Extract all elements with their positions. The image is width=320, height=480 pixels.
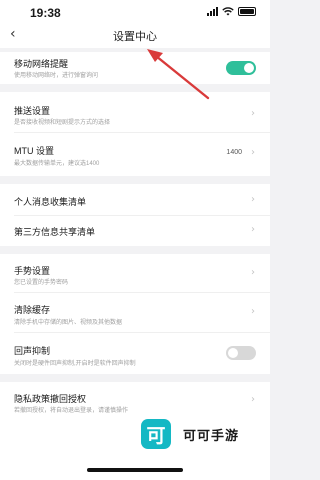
setting-third-party[interactable]: 第三方信息共享清单 › — [0, 216, 270, 246]
setting-description: 使用移动网络时，进行弹窗询问 — [14, 73, 99, 79]
watermark-logo: 可 — [141, 419, 171, 449]
setting-gesture[interactable]: 手势设置 您已设置的手势密码 › — [0, 254, 270, 292]
setting-description: 您已设置的手势密码 — [14, 280, 69, 286]
status-time: 19:38 — [30, 6, 61, 20]
chevron-right-icon: › — [251, 194, 255, 205]
setting-label: 推送设置 — [14, 106, 51, 116]
chevron-right-icon: › — [251, 224, 255, 235]
setting-mtu[interactable]: MTU 设置 最大数据传输单元，建议选1400 1400 › — [0, 133, 270, 176]
setting-push[interactable]: 推送设置 是否接收视频和短剧提示方式的选择 › — [0, 92, 270, 132]
chevron-right-icon: › — [251, 108, 255, 119]
setting-description: 是否接收视频和短剧提示方式的选择 — [14, 120, 111, 126]
wifi-icon — [222, 7, 234, 16]
setting-label: 隐私政策撤回授权 — [14, 394, 87, 404]
setting-clear-cache[interactable]: 清除缓存 清除手机中存储的图片、视频及其他数据 › — [0, 293, 270, 332]
setting-personal-info[interactable]: 个人消息收集清单 › — [0, 184, 270, 215]
mobile-network-toggle[interactable] — [226, 61, 256, 75]
chevron-right-icon: › — [251, 147, 255, 158]
setting-mobile-network: 移动网络提醒 使用移动网络时，进行弹窗询问 — [0, 52, 270, 84]
chevron-right-icon: › — [251, 394, 255, 405]
settings-group-device: 手势设置 您已设置的手势密码 › 清除缓存 清除手机中存储的图片、视频及其他数据… — [0, 254, 270, 374]
settings-group-push: 推送设置 是否接收视频和短剧提示方式的选择 › MTU 设置 最大数据传输单元，… — [0, 92, 270, 176]
status-bar: 19:38 — [0, 0, 270, 24]
setting-description: 清除手机中存储的图片、视频及其他数据 — [14, 320, 123, 326]
settings-group-info: 个人消息收集清单 › 第三方信息共享清单 › — [0, 184, 270, 246]
watermark-text: 可可手游 — [183, 428, 240, 444]
setting-description: 若撤回授权，将自动退出登录，请谨慎操作 — [14, 408, 129, 414]
setting-label: 手势设置 — [14, 266, 51, 276]
setting-label: 移动网络提醒 — [14, 59, 69, 69]
setting-privacy[interactable]: 隐私政策撤回授权 若撤回授权，将自动退出登录，请谨慎操作 › — [0, 382, 270, 418]
nav-header: ‹ 设置中心 — [0, 24, 270, 48]
signal-icon — [207, 7, 218, 16]
setting-label: 第三方信息共享清单 — [14, 227, 96, 237]
setting-echo: 回声抑制 关闭时是硬件回声抑制,开启时是软件回声抑制 — [0, 333, 270, 374]
home-indicator — [87, 468, 183, 472]
status-icons — [207, 7, 256, 16]
settings-group-network: 移动网络提醒 使用移动网络时，进行弹窗询问 — [0, 52, 270, 84]
echo-toggle[interactable] — [226, 346, 256, 360]
setting-description: 最大数据传输单元，建议选1400 — [14, 161, 100, 167]
mtu-value: 1400 — [226, 149, 242, 156]
page-title: 设置中心 — [113, 30, 157, 43]
setting-label: 个人消息收集清单 — [14, 197, 87, 207]
chevron-right-icon: › — [251, 267, 255, 278]
setting-label: 清除缓存 — [14, 305, 51, 315]
battery-icon — [238, 7, 256, 16]
chevron-right-icon: › — [251, 306, 255, 317]
setting-label: MTU 设置 — [14, 146, 54, 156]
watermark: 可 可可手游 — [141, 419, 239, 449]
setting-description: 关闭时是硬件回声抑制,开启时是软件回声抑制 — [14, 361, 136, 367]
setting-label: 回声抑制 — [14, 346, 51, 356]
